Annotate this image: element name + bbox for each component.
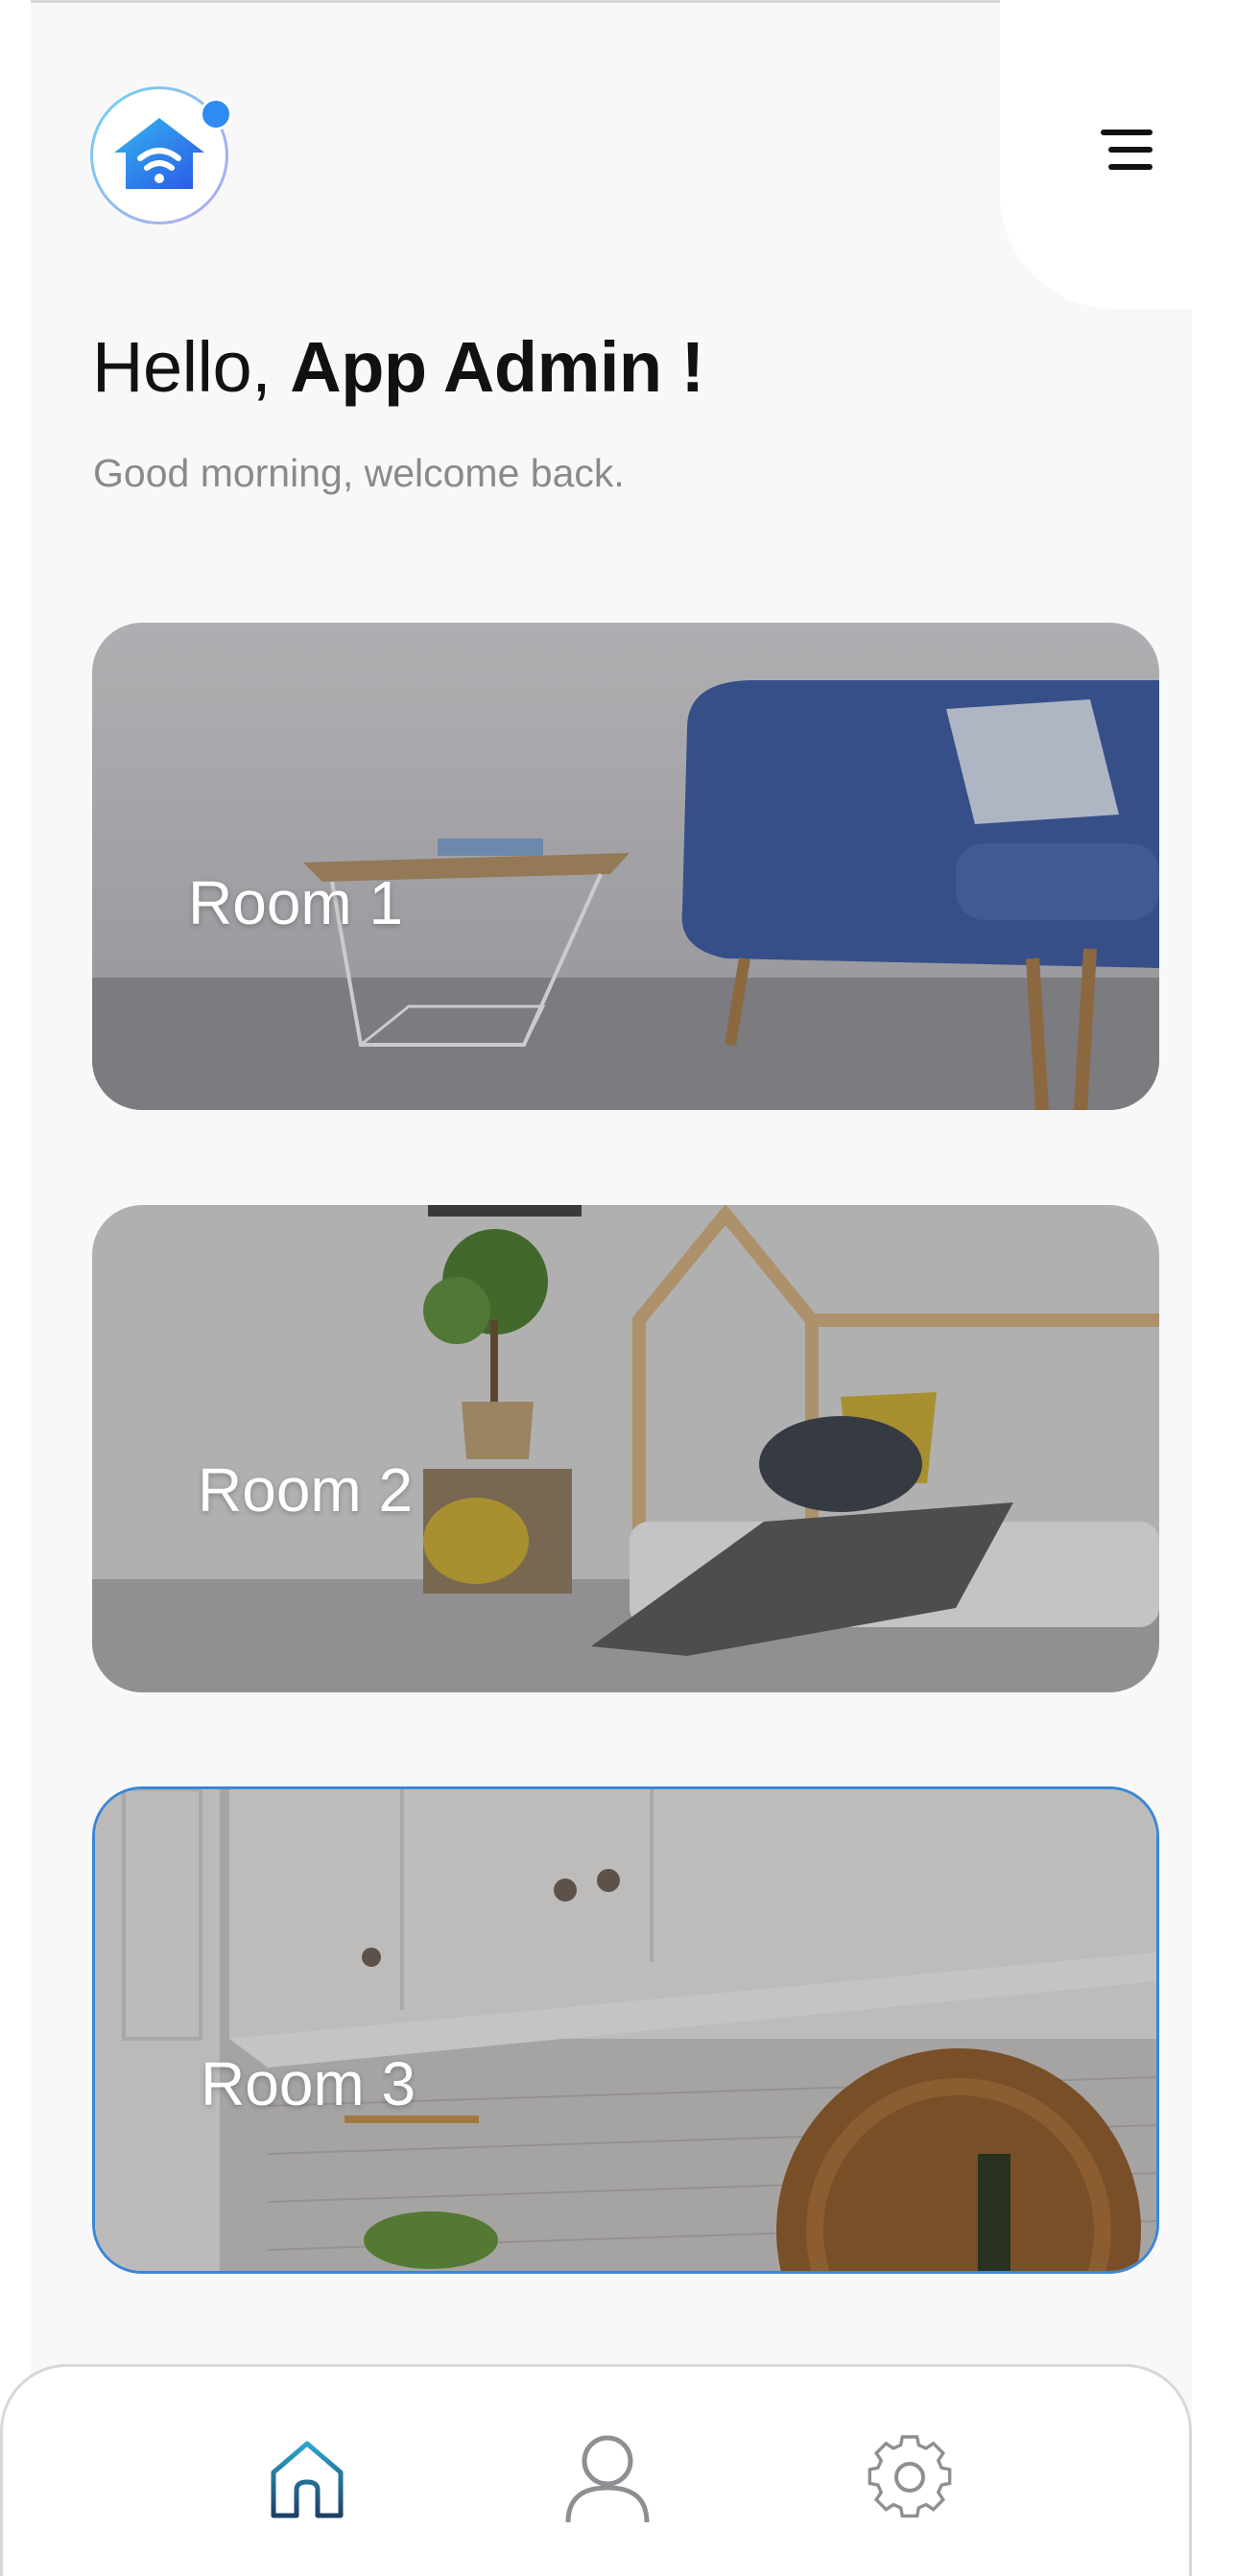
nav-profile-button[interactable] [555, 2424, 660, 2530]
room-card-1[interactable]: Room 1 [92, 623, 1159, 1110]
room-card-3[interactable]: Room 3 [92, 1786, 1159, 2274]
nav-settings-button[interactable] [857, 2424, 963, 2530]
room-1-image [92, 623, 1159, 1110]
user-icon [565, 2435, 650, 2523]
room-1-label: Room 1 [188, 868, 404, 937]
room-card-2[interactable]: Room 2 [92, 1205, 1159, 1692]
menu-button[interactable] [1075, 123, 1161, 190]
room-2-image [92, 1205, 1159, 1692]
notification-dot [200, 98, 232, 130]
menu-lines-icon [1101, 130, 1153, 170]
greeting-prefix: Hello, [92, 327, 291, 407]
nav-home-button[interactable] [254, 2424, 360, 2530]
room-3-label: Room 3 [201, 2049, 416, 2118]
bottom-nav [0, 2364, 1192, 2576]
app-page: Hello, App Admin ! Good morning, welcome… [0, 0, 1260, 2576]
home-icon [271, 2441, 344, 2518]
user-name: App Admin ! [290, 327, 704, 407]
welcome-subtitle: Good morning, welcome back. [93, 451, 625, 495]
room-2-label: Room 2 [198, 1455, 414, 1524]
room-3-image [95, 1789, 1156, 2271]
home-screen: Hello, App Admin ! Good morning, welcome… [31, 0, 1192, 2576]
greeting-heading: Hello, App Admin ! [92, 326, 704, 408]
gear-icon [868, 2435, 952, 2518]
